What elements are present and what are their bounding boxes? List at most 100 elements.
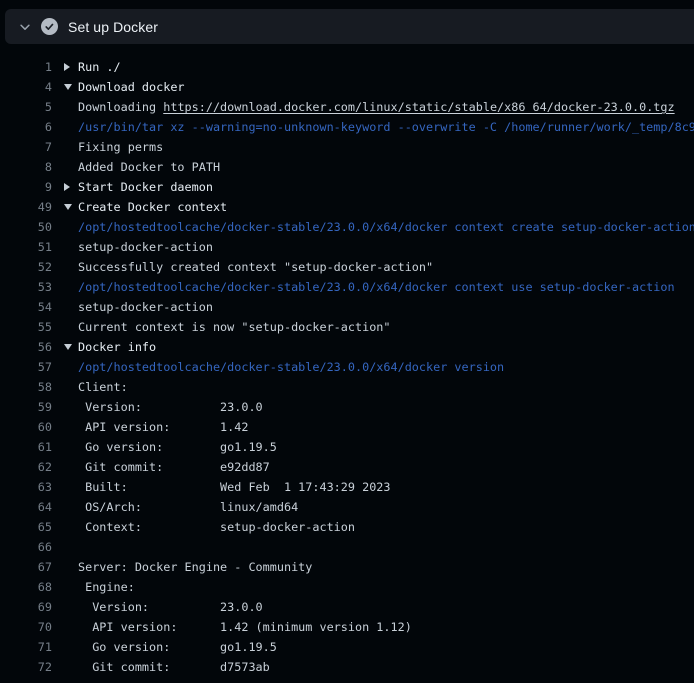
log-text: setup-docker-action	[78, 300, 213, 314]
line-number[interactable]: 1	[0, 60, 52, 74]
log-line: 57/opt/hostedtoolcache/docker-stable/23.…	[0, 357, 694, 377]
log-line: 60 API version: 1.42	[0, 417, 694, 437]
log-line: 5 Downloading https://download.docker.com…	[0, 97, 694, 117]
line-number[interactable]: 49	[0, 200, 52, 214]
group-title: Create Docker context	[78, 200, 227, 214]
log-text: Added Docker to PATH	[78, 160, 220, 174]
log-line: 71 Go version: go1.19.5	[0, 637, 694, 657]
plain-text: Go version: go1.19.5	[78, 640, 277, 654]
log-line: 9 Start Docker daemon	[0, 177, 694, 197]
line-number[interactable]: 65	[0, 520, 52, 534]
log-line: 52 Successfully created context "setup-do…	[0, 257, 694, 277]
log-line: 6/usr/bin/tar xz --warning=no-unknown-ke…	[0, 117, 694, 137]
log-line: 67 Server: Docker Engine - Community	[0, 557, 694, 577]
plain-text: Added Docker to PATH	[78, 160, 220, 174]
chevron-down-icon[interactable]	[18, 20, 32, 34]
group-title: Docker info	[78, 340, 156, 354]
expand-arrow-icon	[64, 344, 78, 350]
plain-text: setup-docker-action	[78, 300, 213, 314]
line-number[interactable]: 53	[0, 280, 52, 294]
log-line: 53/opt/hostedtoolcache/docker-stable/23.…	[0, 277, 694, 297]
line-number[interactable]: 4	[0, 80, 52, 94]
line-number[interactable]: 8	[0, 160, 52, 174]
line-number[interactable]: 63	[0, 480, 52, 494]
plain-text: Context: setup-docker-action	[78, 520, 355, 534]
log-text: OS/Arch: linux/amd64	[78, 500, 298, 514]
log-text: API version: 1.42	[78, 420, 248, 434]
plain-text: API version: 1.42 (minimum version 1.12)	[78, 620, 412, 634]
line-number[interactable]: 55	[0, 320, 52, 334]
plain-text: Version: 23.0.0	[78, 600, 263, 614]
group-title: Run ./	[78, 60, 121, 74]
line-number[interactable]: 60	[0, 420, 52, 434]
log-text: Version: 23.0.0	[78, 400, 263, 414]
log-text: Version: 23.0.0	[78, 600, 263, 614]
command-text: /opt/hostedtoolcache/docker-stable/23.0.…	[78, 360, 504, 374]
log-line: 66	[0, 537, 694, 557]
group-title: Start Docker daemon	[78, 180, 213, 194]
collapse-arrow-icon	[64, 183, 78, 191]
line-number[interactable]: 7	[0, 140, 52, 154]
step-header[interactable]: Set up Docker	[5, 9, 694, 44]
plain-text: Git commit: d7573ab	[78, 660, 270, 674]
log-line: 69 Version: 23.0.0	[0, 597, 694, 617]
log-text: Engine:	[78, 580, 135, 594]
log-text: Built: Wed Feb 1 17:43:29 2023	[78, 480, 391, 494]
line-number[interactable]: 52	[0, 260, 52, 274]
line-number[interactable]: 72	[0, 660, 52, 674]
line-number[interactable]: 50	[0, 220, 52, 234]
plain-text: Fixing perms	[78, 140, 163, 154]
log-text: /opt/hostedtoolcache/docker-stable/23.0.…	[78, 220, 694, 234]
group-toggle[interactable]: Docker info	[64, 340, 156, 354]
group-toggle[interactable]: Download docker	[64, 80, 185, 94]
log-text: /opt/hostedtoolcache/docker-stable/23.0.…	[78, 360, 504, 374]
line-number[interactable]: 66	[0, 540, 52, 554]
log-line: 61 Go version: go1.19.5	[0, 437, 694, 457]
line-number[interactable]: 5	[0, 100, 52, 114]
line-number[interactable]: 67	[0, 560, 52, 574]
line-number[interactable]: 6	[0, 120, 52, 134]
plain-text: Engine:	[78, 580, 135, 594]
log-text: API version: 1.42 (minimum version 1.12)	[78, 620, 412, 634]
line-number[interactable]: 61	[0, 440, 52, 454]
log-text: Git commit: e92dd87	[78, 460, 270, 474]
plain-text: setup-docker-action	[78, 240, 213, 254]
plain-text: Client:	[78, 380, 128, 394]
plain-text: Downloading	[78, 100, 163, 114]
log-line: 4 Download docker	[0, 77, 694, 97]
log-line: 54 setup-docker-action	[0, 297, 694, 317]
plain-text: Current context is now "setup-docker-act…	[78, 320, 391, 334]
log-line: 70 API version: 1.42 (minimum version 1.…	[0, 617, 694, 637]
plain-text: Successfully created context "setup-dock…	[78, 260, 433, 274]
line-number[interactable]: 69	[0, 600, 52, 614]
group-toggle[interactable]: Run ./	[64, 60, 121, 74]
log-text: setup-docker-action	[78, 240, 213, 254]
group-title: Download docker	[78, 80, 185, 94]
log-line: 49 Create Docker context	[0, 197, 694, 217]
line-number[interactable]: 64	[0, 500, 52, 514]
line-number[interactable]: 9	[0, 180, 52, 194]
line-number[interactable]: 62	[0, 460, 52, 474]
log-link[interactable]: https://download.docker.com/linux/static…	[163, 100, 674, 114]
group-toggle[interactable]: Start Docker daemon	[64, 180, 213, 194]
command-text: /opt/hostedtoolcache/docker-stable/23.0.…	[78, 280, 675, 294]
log-text: Client:	[78, 380, 128, 394]
line-number[interactable]: 71	[0, 640, 52, 654]
log-line: 55 Current context is now "setup-docker-a…	[0, 317, 694, 337]
group-toggle[interactable]: Create Docker context	[64, 200, 227, 214]
line-number[interactable]: 54	[0, 300, 52, 314]
plain-text: Server: Docker Engine - Community	[78, 560, 312, 574]
line-number[interactable]: 68	[0, 580, 52, 594]
step-title: Set up Docker	[68, 19, 158, 35]
log-line: 62 Git commit: e92dd87	[0, 457, 694, 477]
log-text: Current context is now "setup-docker-act…	[78, 320, 391, 334]
line-number[interactable]: 70	[0, 620, 52, 634]
line-number[interactable]: 58	[0, 380, 52, 394]
line-number[interactable]: 59	[0, 400, 52, 414]
command-text: /opt/hostedtoolcache/docker-stable/23.0.…	[78, 220, 694, 234]
log-line: 65 Context: setup-docker-action	[0, 517, 694, 537]
line-number[interactable]: 57	[0, 360, 52, 374]
log-text: Successfully created context "setup-dock…	[78, 260, 433, 274]
line-number[interactable]: 51	[0, 240, 52, 254]
line-number[interactable]: 56	[0, 340, 52, 354]
